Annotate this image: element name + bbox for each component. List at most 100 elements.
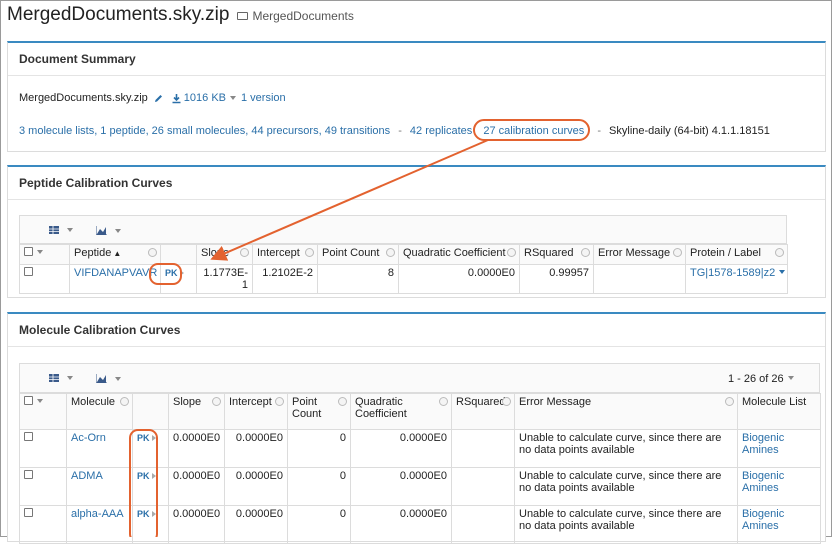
checkbox[interactable] — [24, 267, 33, 276]
chevron-down-icon[interactable] — [37, 399, 43, 403]
molecule-cell[interactable]: alpha-AAA — [66, 505, 133, 544]
chevron-down-icon[interactable] — [37, 250, 43, 254]
peptide-cell[interactable]: VIFDANAPVAVR — [69, 264, 161, 294]
row-select[interactable] — [19, 505, 67, 544]
column-menu-icon[interactable] — [386, 248, 395, 257]
folder-name: MergedDocuments — [252, 9, 354, 23]
column-menu-icon[interactable] — [507, 248, 516, 257]
protein-cell[interactable]: TG|1578-1589|z2 — [685, 264, 788, 294]
table-row: ADMA PK 0.0000E0 0.0000E0 0 0.0000E0 Una… — [19, 467, 821, 506]
pk-cell[interactable]: PK — [132, 429, 169, 468]
checkbox[interactable] — [24, 470, 33, 479]
column-header-error[interactable]: Error Message — [514, 393, 738, 430]
calibration-curves-link[interactable]: 27 calibration curves — [483, 125, 584, 137]
slope-cell: 0.0000E0 — [168, 429, 225, 468]
slope-cell: 0.0000E0 — [168, 467, 225, 506]
row-select[interactable] — [19, 264, 70, 294]
column-header-rsquared[interactable]: RSquared — [451, 393, 515, 430]
chart-icon — [96, 226, 107, 235]
page-title: MergedDocuments.sky.zip — [7, 4, 230, 25]
chevron-down-icon[interactable] — [787, 376, 794, 380]
checkbox[interactable] — [24, 247, 33, 256]
pk-cell[interactable]: PK — [132, 467, 169, 506]
table-row: alpha-AAA PK 0.0000E0 0.0000E0 0 0.0000E… — [19, 505, 821, 544]
rsquared-cell — [451, 505, 515, 544]
checkbox[interactable] — [24, 432, 33, 441]
column-header-rsquared[interactable]: RSquared — [519, 244, 594, 265]
pencil-icon[interactable] — [153, 93, 164, 104]
table-row: Ac-Orn PK 0.0000E0 0.0000E0 0 0.0000E0 U… — [19, 429, 821, 468]
pk-cell[interactable]: PK — [132, 505, 169, 544]
column-header-point-count[interactable]: Point Count — [287, 393, 351, 430]
checkbox[interactable] — [24, 508, 33, 517]
chevron-down-icon[interactable] — [779, 270, 786, 274]
molecule-list-cell[interactable]: Biogenic Amines — [737, 505, 821, 544]
column-menu-icon[interactable] — [338, 397, 347, 406]
chart-menu[interactable] — [96, 226, 121, 235]
replicates-link[interactable]: 42 replicates — [410, 125, 472, 137]
column-header-intercept[interactable]: Intercept — [252, 244, 318, 265]
molecule-list-cell[interactable]: Biogenic Amines — [737, 429, 821, 468]
column-menu-icon[interactable] — [275, 397, 284, 406]
column-header-protein[interactable]: Protein / Label — [685, 244, 788, 265]
molecule-cell[interactable]: Ac-Orn — [66, 429, 133, 468]
column-menu-icon[interactable] — [148, 248, 157, 257]
column-header-error[interactable]: Error Message — [593, 244, 686, 265]
select-all-header[interactable] — [19, 393, 67, 430]
molecule-list-cell[interactable]: Biogenic Amines — [737, 467, 821, 506]
error-cell: Unable to calculate curve, since there a… — [514, 429, 738, 468]
column-menu-icon[interactable] — [212, 397, 221, 406]
column-menu-icon[interactable] — [240, 248, 249, 257]
quadratic-cell: 0.0000E0 — [350, 467, 452, 506]
stats-link[interactable]: 3 molecule lists, 1 peptide, 26 small mo… — [19, 125, 390, 137]
column-header-slope[interactable]: Slope — [168, 393, 225, 430]
quadratic-cell: 0.0000E0 — [350, 429, 452, 468]
column-menu-icon[interactable] — [502, 397, 511, 406]
row-select[interactable] — [19, 429, 67, 468]
chevron-down-icon — [115, 376, 121, 381]
grid-view-menu[interactable] — [49, 226, 73, 234]
panel-divider — [8, 346, 825, 347]
column-header-quadratic[interactable]: Quadratic Coefficient — [398, 244, 520, 265]
column-header-pk — [132, 393, 169, 430]
file-size[interactable]: 1016 KB — [184, 92, 226, 104]
select-all-header[interactable] — [19, 244, 70, 265]
software-version: Skyline-daily (64-bit) 4.1.1.18151 — [609, 125, 770, 137]
paging-info[interactable]: 1 - 26 of 26 — [728, 373, 794, 385]
column-menu-icon[interactable] — [305, 248, 314, 257]
chart-menu[interactable] — [96, 374, 121, 383]
column-menu-icon[interactable] — [120, 397, 129, 406]
molecule-cell[interactable]: ADMA — [66, 467, 133, 506]
play-icon — [151, 511, 156, 517]
column-header-slope[interactable]: Slope — [196, 244, 253, 265]
rsquared-cell — [451, 467, 515, 506]
column-menu-icon[interactable] — [673, 248, 682, 257]
column-header-intercept[interactable]: Intercept — [224, 393, 288, 430]
play-icon — [179, 270, 184, 276]
column-header-quadratic[interactable]: Quadratic Coefficient — [350, 393, 452, 430]
column-header-molecule-list[interactable]: Molecule List — [737, 393, 821, 430]
column-menu-icon[interactable] — [725, 397, 734, 406]
row-select[interactable] — [19, 467, 67, 506]
file-info-row: MergedDocuments.sky.zip 1016 KB 1 versio… — [19, 92, 286, 104]
checkbox[interactable] — [24, 396, 33, 405]
column-header-peptide[interactable]: Peptide ▲ — [69, 244, 161, 265]
column-header-point-count[interactable]: Point Count — [317, 244, 399, 265]
chart-icon — [96, 374, 107, 383]
folder-link[interactable]: MergedDocuments — [237, 9, 354, 23]
molecule-grid: Molecule Slope Intercept Point Count Quad… — [19, 393, 821, 544]
pk-cell[interactable]: PK — [160, 264, 197, 294]
intercept-cell: 0.0000E0 — [224, 467, 288, 506]
chevron-down-icon — [115, 228, 121, 233]
chevron-down-icon[interactable] — [230, 96, 236, 100]
column-header-molecule[interactable]: Molecule — [66, 393, 133, 430]
column-menu-icon[interactable] — [439, 397, 448, 406]
column-menu-icon[interactable] — [581, 248, 590, 257]
column-menu-icon[interactable] — [775, 248, 784, 257]
grid-view-menu[interactable] — [49, 374, 73, 382]
versions-link[interactable]: 1 version — [241, 92, 286, 104]
quadratic-cell: 0.0000E0 — [350, 505, 452, 544]
point-count-cell: 0 — [287, 467, 351, 506]
panel-divider — [8, 199, 825, 200]
download-icon[interactable] — [171, 93, 182, 104]
